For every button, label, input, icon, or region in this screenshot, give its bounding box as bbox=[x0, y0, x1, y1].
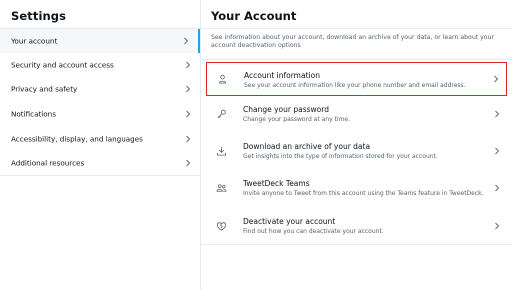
download-archive-item[interactable]: Download an archive of your data Get ins… bbox=[206, 134, 507, 168]
chevron-right-icon bbox=[186, 61, 191, 69]
chevron-right-icon bbox=[186, 135, 191, 143]
change-password-item[interactable]: Change your password Change your passwor… bbox=[206, 97, 507, 131]
deactivate-account-item[interactable]: Deactivate your account Find out how you… bbox=[206, 209, 507, 243]
chevron-right-icon bbox=[495, 184, 500, 192]
nav-item-label: Your account bbox=[11, 36, 58, 46]
item-title: Change your password bbox=[243, 105, 329, 114]
key-icon bbox=[217, 109, 226, 118]
tweetdeck-teams-item[interactable]: TweetDeck Teams Invite anyone to Tweet f… bbox=[206, 171, 507, 205]
chevron-right-icon bbox=[186, 85, 191, 93]
item-description: Change your password at any time. bbox=[243, 116, 351, 123]
chevron-right-icon bbox=[186, 159, 191, 167]
nav-item-label: Additional resources bbox=[11, 158, 85, 168]
item-description: Invite anyone to Tweet from this account… bbox=[243, 190, 484, 197]
intro-text: See information about your account, down… bbox=[211, 34, 495, 49]
settings-title: Settings bbox=[11, 9, 67, 23]
item-title: Download an archive of your data bbox=[243, 142, 371, 151]
people-icon bbox=[216, 184, 227, 192]
page-title: Your Account bbox=[211, 9, 297, 23]
nav-item-label: Accessibility, display, and languages bbox=[11, 134, 143, 144]
nav-item-notifications[interactable]: Notifications bbox=[0, 102, 200, 126]
broken-heart-icon bbox=[216, 222, 227, 231]
divider bbox=[0, 175, 200, 176]
nav-item-label: Security and account access bbox=[11, 60, 114, 70]
divider bbox=[201, 28, 512, 29]
your-account-panel: Your Account See information about your … bbox=[201, 0, 512, 290]
nav-item-privacy[interactable]: Privacy and safety bbox=[0, 77, 200, 101]
chevron-right-icon bbox=[495, 222, 500, 230]
settings-page: Settings Your account Security and accou… bbox=[0, 0, 512, 290]
item-description: Find out how you can deactivate your acc… bbox=[243, 228, 384, 235]
item-title: Account information bbox=[244, 71, 320, 80]
nav-item-label: Privacy and safety bbox=[11, 84, 78, 94]
divider bbox=[201, 244, 512, 245]
nav-item-security[interactable]: Security and account access bbox=[0, 53, 200, 77]
account-information-item[interactable]: Account information See your account inf… bbox=[206, 62, 507, 96]
nav-item-your-account[interactable]: Your account bbox=[0, 29, 200, 53]
item-title: TweetDeck Teams bbox=[243, 179, 310, 188]
person-icon bbox=[218, 74, 227, 84]
chevron-right-icon bbox=[186, 110, 191, 118]
item-description: See your account information like your p… bbox=[244, 82, 466, 89]
nav-item-accessibility[interactable]: Accessibility, display, and languages bbox=[0, 127, 200, 151]
chevron-right-icon bbox=[494, 75, 499, 83]
chevron-right-icon bbox=[495, 110, 500, 118]
settings-sidebar: Settings Your account Security and accou… bbox=[0, 0, 201, 290]
divider bbox=[201, 59, 512, 60]
item-title: Deactivate your account bbox=[243, 217, 336, 226]
item-description: Get insights into the type of informatio… bbox=[243, 153, 438, 160]
chevron-right-icon bbox=[184, 37, 189, 45]
download-icon bbox=[216, 146, 227, 156]
nav-item-label: Notifications bbox=[11, 109, 56, 119]
nav-item-additional-resources[interactable]: Additional resources bbox=[0, 151, 200, 175]
chevron-right-icon bbox=[495, 147, 500, 155]
